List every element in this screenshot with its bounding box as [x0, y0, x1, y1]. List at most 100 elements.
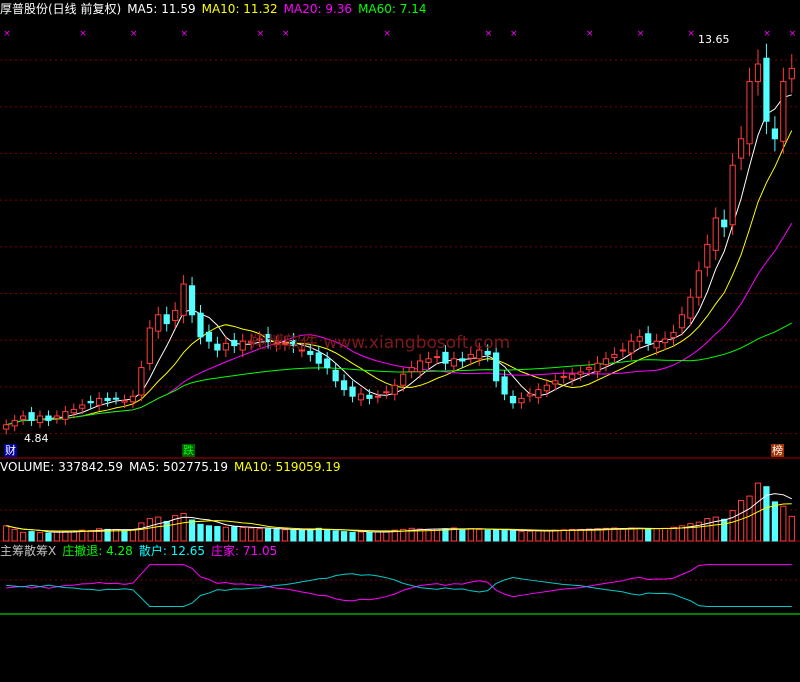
volume-bar — [569, 528, 576, 542]
volume-bar — [366, 531, 373, 542]
volume-bar — [737, 499, 745, 542]
candle-body — [357, 393, 365, 401]
candle-body — [433, 356, 441, 359]
candle-body — [62, 411, 69, 420]
volume-bar — [146, 518, 153, 542]
candle-body — [391, 384, 398, 395]
signal-x-mark: × — [789, 29, 797, 39]
candle-body — [222, 342, 229, 351]
chip-title: 主筹散筹X — [0, 544, 57, 558]
volume-bar — [780, 505, 787, 542]
price-indicator-2: MA20: 9.36 — [283, 2, 353, 16]
candle-body — [467, 353, 474, 359]
volume-bar — [256, 528, 263, 542]
candle-body — [569, 373, 576, 380]
volume-bar — [619, 528, 626, 542]
ma-line-ma10 — [6, 130, 793, 426]
candle-body — [535, 389, 542, 399]
volume-bar — [585, 528, 593, 542]
candle-body — [552, 380, 559, 385]
volume-bar — [560, 529, 567, 542]
volume-bar — [493, 529, 500, 542]
volume-bar — [36, 532, 44, 542]
chip-indicator-1: 散户: 12.65 — [138, 544, 206, 558]
candle-body — [163, 314, 170, 325]
grid-lines: × × × × × × × × × × × × × × — [0, 29, 800, 581]
volume-bar — [577, 528, 584, 542]
candle-body — [70, 408, 77, 414]
ma-line-ma5 — [6, 94, 792, 426]
volume-bar — [239, 527, 246, 542]
volume-indicator-1: MA5: 502775.19 — [129, 460, 228, 474]
candle-body — [400, 373, 407, 386]
signal-x-mark: × — [130, 29, 138, 39]
price-indicators: MA5: 11.59 MA10: 11.32 MA20: 9.36 MA60: 7.1… — [127, 2, 432, 16]
volume-bar — [205, 525, 213, 542]
candle-body — [231, 339, 238, 347]
chip-indicator-0: 庄撤退: 4.28 — [62, 544, 133, 558]
volume-bar — [729, 510, 736, 542]
candle-body — [96, 397, 103, 406]
candle-body — [518, 397, 525, 404]
candle-body — [121, 400, 128, 403]
candle-body — [763, 57, 770, 122]
candle-body — [188, 285, 196, 316]
candle-body — [79, 404, 86, 409]
volume-bar — [771, 501, 779, 542]
volume-bar — [19, 531, 27, 542]
stock-title: 厚普股份(日线 前复权) — [0, 2, 122, 16]
candle-body — [450, 358, 458, 367]
volume-bar — [721, 518, 728, 542]
candle-body — [172, 309, 179, 321]
high-price-label: 13.65 — [698, 33, 730, 46]
candle-body — [36, 415, 44, 424]
candle-body — [602, 358, 610, 366]
candle-body — [695, 270, 702, 298]
volume-bar — [3, 525, 10, 542]
volume-bar — [248, 527, 255, 542]
candle-body — [712, 217, 719, 251]
volume-bar — [670, 526, 677, 542]
candle-body — [628, 340, 635, 354]
volume-bar — [298, 530, 305, 542]
signal-x-mark: × — [79, 29, 87, 39]
chip-indicator-2: 庄家: 71.05 — [211, 544, 278, 558]
volume-bar — [552, 529, 559, 542]
volume-bar — [28, 531, 35, 542]
chip-indicator — [0, 564, 800, 615]
volume-bar — [357, 531, 365, 542]
volume-bar — [45, 532, 52, 542]
candle-body — [577, 371, 584, 375]
candlesticks — [3, 43, 795, 435]
volume-bar — [645, 528, 652, 542]
candle-body — [155, 314, 162, 332]
volume-bar — [501, 528, 508, 542]
candle-body — [28, 412, 35, 421]
candle-body — [737, 138, 745, 159]
candle-body — [324, 358, 331, 369]
chip-indicators: 庄撤退: 4.28 散户: 12.65 庄家: 71.05 — [62, 544, 283, 558]
volume-bar — [155, 516, 162, 542]
volume-header: VOLUME: 337842.59 MA5: 502775.19 MA10: 519… — [0, 459, 353, 475]
volume-bar — [476, 528, 483, 542]
candle-body — [332, 369, 339, 382]
candle-body — [349, 386, 356, 397]
signal-x-mark: × — [637, 29, 645, 39]
stock-chart: × × × × × × × × × × × × × × 翔博软件 www.xiangbosoft.com … — [0, 29, 800, 615]
volume-bar — [518, 531, 525, 542]
candle-body — [670, 331, 677, 338]
candle-body — [729, 164, 736, 226]
volume-bar — [383, 531, 390, 542]
candle-body — [619, 349, 626, 352]
volume-bar — [526, 530, 534, 542]
price-indicator-3: MA60: 7.14 — [358, 2, 427, 16]
signal-x-mark: × — [257, 29, 265, 39]
volume-bar — [340, 531, 348, 542]
moving-average-lines — [6, 94, 793, 426]
signal-x-mark: × — [586, 29, 594, 39]
volume-indicator-2: MA10: 519059.19 — [233, 460, 341, 474]
volume-bar — [307, 528, 314, 542]
volume-indicators: VOLUME: 337842.59 MA5: 502775.19 MA10: 519… — [0, 460, 347, 474]
volume-bars — [3, 482, 795, 542]
volume-bar — [281, 529, 289, 542]
